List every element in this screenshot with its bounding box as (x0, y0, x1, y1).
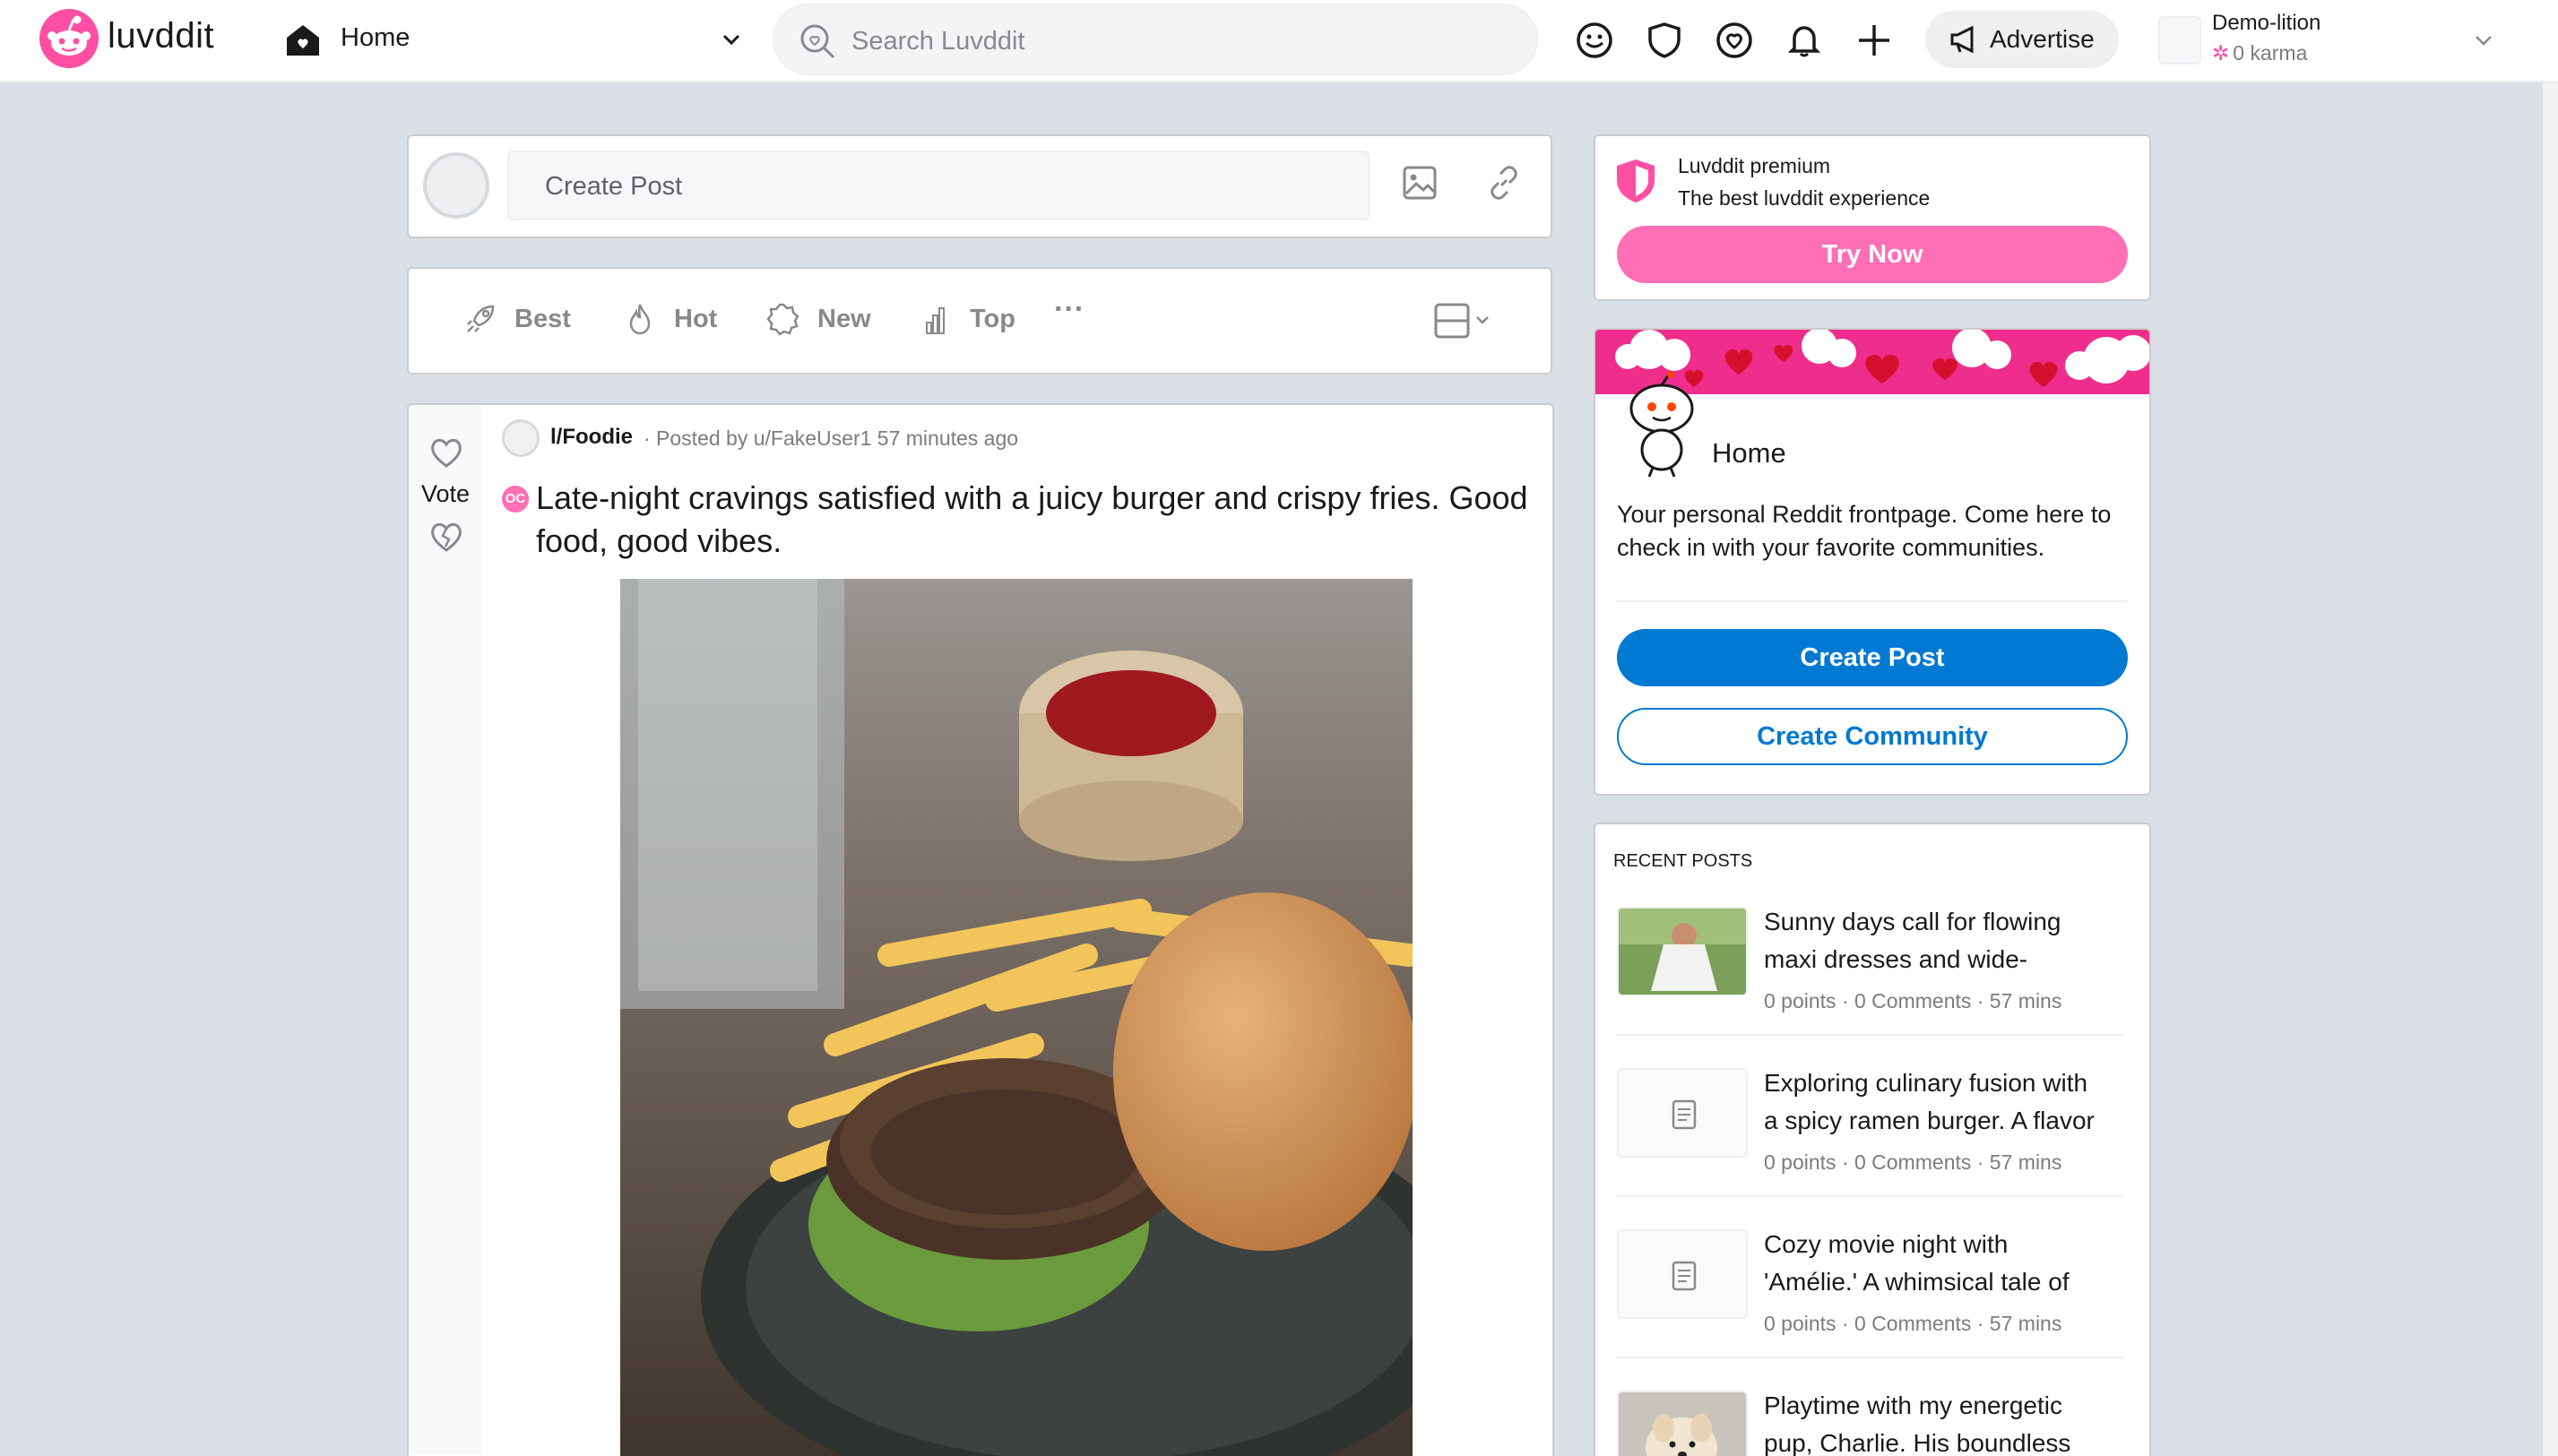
advertise-label: Advertise (1990, 25, 2095, 53)
recent-post-meta: 0 points · 0 Comments · 57 mins (1764, 1150, 2062, 1174)
image-icon[interactable] (1400, 163, 1439, 202)
text-post-thumbnail (1617, 1229, 1748, 1319)
recent-post-meta: 0 points · 0 Comments · 57 mins (1764, 1312, 2062, 1335)
recent-post-thumbnail-dress (1617, 907, 1748, 996)
recent-post-item[interactable]: Playtime with my energetic pup, Charlie.… (1595, 1387, 2149, 1456)
user-menu-chevron-icon[interactable] (2470, 27, 2497, 54)
recent-post-title-line2: pup, Charlie. His boundless (1764, 1429, 2071, 1456)
heart-chat-icon[interactable] (1714, 20, 1755, 61)
advertise-button[interactable]: Advertise (1925, 11, 2119, 68)
user-karma-value: 0 karma (2233, 41, 2308, 65)
sort-new[interactable]: New (765, 299, 900, 339)
home-info-card: Home Your personal Reddit frontpage. Com… (1594, 328, 2151, 796)
layout-view-toggle-icon[interactable] (1432, 301, 1495, 340)
search-placeholder: Search Luvddit (851, 27, 1025, 56)
recent-post-meta: 0 points · 0 Comments · 57 mins (1764, 989, 2062, 1012)
recent-post-title-line1: Cozy movie night with (1764, 1230, 2009, 1258)
sort-hot[interactable]: Hot (622, 299, 748, 339)
premium-subtitle: The best luvddit experience (1678, 186, 1931, 210)
create-post-placeholder: Create Post (545, 172, 683, 201)
search-input[interactable]: Search Luvddit (773, 4, 1538, 75)
post-image-burger-and-fries[interactable] (620, 579, 1413, 1456)
sort-hot-label: Hot (674, 305, 718, 333)
recent-post-item[interactable]: Cozy movie night with 'Amélie.' A whimsi… (1595, 1226, 2149, 1378)
home-feed-selector[interactable]: Home (341, 23, 410, 53)
downvote-broken-heart-icon[interactable] (427, 516, 466, 556)
divider (1617, 1357, 2124, 1358)
bell-icon[interactable] (1784, 20, 1825, 61)
megaphone-icon (1950, 25, 1974, 54)
divider (1617, 600, 2128, 602)
premium-title: Luvddit premium (1678, 154, 1831, 177)
top-header: luvddit Home Search Luvddit Advertise De… (0, 0, 2558, 82)
create-community-button[interactable]: Create Community (1617, 708, 2128, 765)
recent-post-title-line1: Exploring culinary fusion with (1764, 1069, 2088, 1097)
sort-top[interactable]: Top (918, 299, 1043, 339)
recent-post-title-line1: Playtime with my energetic (1764, 1391, 2063, 1419)
logo-text[interactable]: luvddit (108, 16, 214, 56)
chevron-down-icon[interactable] (717, 25, 746, 54)
create-post-button[interactable]: Create Post (1617, 629, 2128, 686)
link-icon[interactable] (1484, 163, 1524, 202)
recent-post-item[interactable]: Sunny days call for flowing maxi dresses… (1595, 903, 2149, 1055)
recent-posts-heading: RECENT POSTS (1613, 851, 1753, 871)
try-now-button[interactable]: Try Now (1617, 226, 2128, 283)
badge-icon (766, 303, 799, 336)
home-card-description: Your personal Reddit frontpage. Come her… (1617, 501, 2112, 561)
karma-icon: ✲ (2212, 41, 2230, 65)
home-card-title: Home (1712, 437, 1786, 469)
luvddit-logo-icon[interactable] (39, 9, 99, 68)
premium-card: Luvddit premium The best luvddit experie… (1594, 134, 2151, 301)
search-icon (800, 24, 835, 59)
divider (1617, 1195, 2124, 1197)
flame-icon (629, 304, 651, 335)
recent-posts-card: RECENT POSTS Sunny days call for flowing… (1594, 823, 2151, 1456)
user-name[interactable]: Demo-lition (2212, 11, 2320, 36)
mascot-icon (1629, 371, 1694, 478)
create-post-input[interactable]: Create Post (507, 151, 1370, 220)
plus-icon[interactable] (1854, 20, 1895, 61)
create-post-bar: Create Post (407, 134, 1552, 238)
text-post-thumbnail (1617, 1068, 1748, 1158)
smiley-icon[interactable] (1574, 20, 1615, 61)
oc-badge: OC (502, 486, 529, 513)
divider (1617, 1034, 2124, 1036)
recent-post-item[interactable]: Exploring culinary fusion with a spicy r… (1595, 1064, 2149, 1217)
recent-post-title-line2: a spicy ramen burger. A flavor (1764, 1107, 2095, 1134)
subreddit-avatar[interactable] (502, 419, 540, 457)
subreddit-link[interactable]: l/Foodie (550, 425, 633, 450)
vote-count: Vote (421, 480, 471, 507)
recent-post-title-line2: maxi dresses and wide- (1764, 945, 2028, 973)
sort-best-label: Best (514, 305, 571, 333)
bar-chart-icon (926, 307, 945, 334)
current-user-avatar[interactable] (423, 152, 489, 219)
user-karma: ✲ 0 karma (2212, 41, 2307, 65)
post-meta: · Posted by u/FakeUser1 57 minutes ago (644, 426, 1019, 450)
scrollbar[interactable] (2542, 82, 2558, 1456)
post-card[interactable]: Vote l/Foodie · Posted by u/FakeUser1 57… (407, 403, 1554, 1456)
home-icon (287, 25, 319, 56)
rocket-icon (467, 305, 495, 332)
post-title[interactable]: Late-night cravings satisfied with a jui… (536, 477, 1552, 563)
shield-icon[interactable] (1644, 20, 1685, 61)
sort-best[interactable]: Best (462, 299, 597, 339)
recent-post-thumbnail-dog (1617, 1391, 1748, 1456)
recent-post-title-line2: 'Amélie.' A whimsical tale of (1764, 1268, 2070, 1296)
document-icon (1672, 1099, 1697, 1130)
sort-bar: Best Hot New Top ··· (407, 267, 1552, 375)
burger-photo-illustration (620, 579, 1413, 1456)
more-options-button[interactable]: ··· (1054, 292, 1085, 327)
sort-top-label: Top (970, 305, 1015, 333)
user-avatar[interactable] (2158, 16, 2201, 65)
vote-column: Vote (409, 405, 482, 1453)
premium-shield-icon (1617, 159, 1655, 202)
document-icon (1672, 1261, 1697, 1291)
sort-new-label: New (817, 305, 871, 333)
upvote-heart-icon[interactable] (427, 432, 466, 471)
recent-post-title-line1: Sunny days call for flowing (1764, 908, 2061, 935)
